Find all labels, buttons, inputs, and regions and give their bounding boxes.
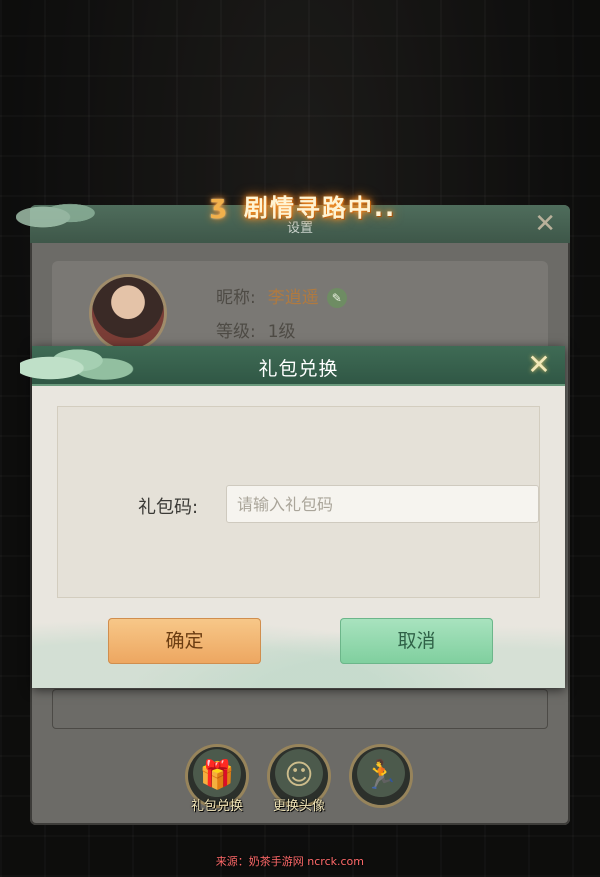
change-avatar-label: 更换头像 [272, 799, 325, 814]
watermark: 来源：奶茶手游网 ncrck.com [215, 855, 364, 868]
level-value: 1级 [267, 322, 296, 342]
cancel-button[interactable]: 取消 [340, 618, 493, 664]
gift-code-input[interactable] [226, 485, 539, 523]
settings-lower-box [52, 689, 548, 729]
nickname-row: 昵称: 李逍遥 ✎ [216, 283, 347, 308]
cloud-decoration [16, 193, 106, 233]
runner-icon: ʒ [209, 190, 227, 220]
confirm-button[interactable]: 确定 [108, 618, 261, 664]
dialog-body: 礼包码: [57, 406, 540, 598]
dialog-header: 礼包兑换 ✕ [20, 338, 565, 388]
gift-redeem-label: 礼包兑换 [190, 799, 243, 814]
quest-banner-text: 剧情寻路中.. [243, 193, 397, 222]
auto-run-button[interactable]: 🏃 [352, 747, 410, 805]
runner-icon: 🏃 [363, 758, 399, 791]
quest-pathfinding-banner: ʒ 剧情寻路中.. [198, 183, 408, 227]
level-label: 等级: [216, 322, 256, 342]
close-icon[interactable]: ✕ [523, 350, 555, 382]
nickname-label: 昵称: [216, 288, 256, 308]
edit-icon[interactable]: ✎ [326, 288, 347, 308]
gift-redeem-dialog: 礼包兑换 ✕ 礼包码: 确定 取消 [20, 338, 565, 688]
dialog-title: 礼包兑换 [258, 358, 339, 380]
settings-close-icon[interactable]: ✕ [534, 211, 556, 237]
level-row: 等级: 1级 [216, 317, 296, 342]
gift-code-label: 礼包码: [138, 497, 199, 518]
nickname-value: 李逍遥 [267, 288, 319, 308]
